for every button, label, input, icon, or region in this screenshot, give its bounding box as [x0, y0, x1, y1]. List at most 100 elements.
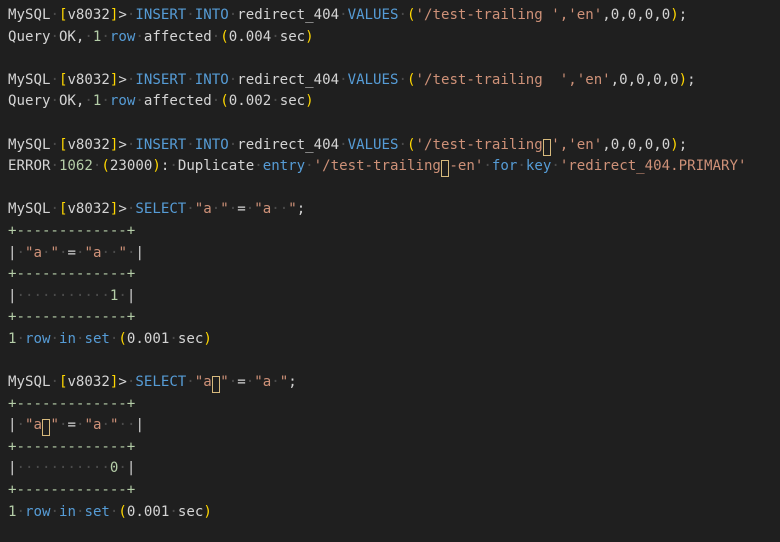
whitespace-dot: · — [271, 374, 280, 391]
token-number: 1 — [8, 330, 17, 347]
rowcount-line: 1·row·in·set·(0.001·sec) — [0, 502, 780, 524]
token-bracket: ( — [220, 93, 229, 110]
token-default: 0.002 — [228, 93, 272, 110]
token-string: ','en' — [551, 136, 603, 153]
token-default: , — [636, 7, 645, 23]
token-number: +-------------+ — [8, 395, 136, 412]
whitespace-dot: · — [186, 71, 195, 88]
token-string: "a — [194, 374, 212, 391]
table-header: |·"a·"·=·"a··"·| — [0, 243, 780, 265]
token-bracket: ) — [203, 503, 212, 520]
token-string: 'redirect_404.PRIMARY' — [559, 158, 747, 175]
table-border: +-------------+ — [0, 221, 780, 243]
insert-statement-3: MySQL·[v8032]>·INSERT·INTO·redirect_404·… — [0, 135, 780, 157]
whitespace-dot: · — [135, 28, 144, 45]
token-bracket: ( — [118, 330, 127, 347]
token-keyword: row — [109, 28, 136, 45]
whitespace-dot: ··········· — [16, 460, 110, 477]
token-string: '/test-trailing ','en' — [415, 7, 603, 23]
token-default: sec — [177, 330, 204, 347]
table-border: +-------------+ — [0, 264, 780, 286]
token-default: MySQL — [8, 201, 51, 218]
token-default: 0 — [627, 7, 637, 23]
whitespace-dot: · — [186, 136, 195, 153]
token-default: | — [126, 460, 136, 477]
token-default: OK, — [58, 28, 85, 45]
token-string: " — [288, 201, 297, 218]
whitespace-dot: · — [211, 201, 221, 218]
token-number: +-------------+ — [8, 438, 136, 455]
token-number: +-------------+ — [8, 222, 136, 239]
token-default: v8032 — [67, 374, 110, 391]
token-default: redirect_404 — [237, 7, 340, 23]
token-string: " — [50, 244, 59, 261]
whitespace-dot: · — [101, 244, 110, 261]
token-default: , — [610, 71, 620, 88]
token-number: 1062 — [58, 158, 93, 175]
token-string: " — [118, 244, 127, 261]
table-header: |·"a "·=·"a·"··| — [0, 415, 780, 437]
token-default: ; — [296, 201, 306, 218]
token-number: +-------------+ — [8, 482, 136, 499]
token-default: ; — [687, 71, 696, 88]
whitespace-dot: · — [398, 71, 408, 88]
token-string: "a — [254, 374, 272, 391]
token-default: , — [619, 7, 628, 23]
whitespace-dot: · — [169, 158, 178, 175]
token-default: redirect_404 — [237, 71, 340, 88]
whitespace-dot: · — [135, 93, 144, 110]
select-statement-1: MySQL·[v8032]>·SELECT·"a·"·=·"a··"; — [0, 199, 780, 221]
token-keyword: for — [491, 158, 518, 175]
invisible-char-highlight — [542, 138, 552, 156]
token-default: | — [135, 244, 144, 261]
token-default: , — [653, 136, 662, 153]
whitespace-dot: · — [245, 201, 255, 218]
token-bracket: ) — [152, 158, 161, 175]
whitespace-dot: · — [398, 7, 408, 23]
whitespace-dot: · — [84, 28, 93, 45]
invisible-char-highlight — [211, 376, 221, 394]
token-default: MySQL — [8, 7, 51, 23]
token-default: v8032 — [67, 7, 110, 23]
whitespace-dot: · — [16, 330, 26, 347]
token-default: affected — [143, 93, 212, 110]
token-string: " — [279, 374, 289, 391]
whitespace-dot: · — [228, 201, 238, 218]
whitespace-dot: · — [169, 503, 178, 520]
token-keyword: in — [58, 503, 76, 520]
terminal-output[interactable]: MySQL·[v8032]>·INSERT·INTO·redirect_404·… — [0, 0, 780, 542]
token-default: 0 — [644, 7, 654, 23]
token-default: > — [118, 201, 127, 218]
token-default: 0 — [644, 136, 654, 153]
token-keyword: set — [84, 330, 110, 347]
token-default: Duplicate — [177, 158, 255, 175]
whitespace-dot: · — [398, 136, 408, 153]
token-keyword: row — [109, 93, 136, 110]
whitespace-dot: · — [169, 330, 178, 347]
whitespace-dot: ··········· — [16, 287, 110, 304]
token-default: ; — [678, 136, 688, 153]
whitespace-dot: · — [517, 158, 526, 175]
token-default: , — [661, 71, 671, 88]
token-default: ; — [678, 7, 688, 23]
token-keyword: VALUES — [347, 71, 399, 88]
token-string: '/test-trailing — [415, 136, 543, 153]
whitespace-dot: · — [50, 136, 59, 153]
whitespace-dot: · — [339, 136, 348, 153]
whitespace-dot: · — [118, 287, 127, 304]
token-default: , — [602, 136, 611, 153]
whitespace-dot: · — [16, 503, 26, 520]
token-bracket: ) — [305, 93, 314, 110]
token-keyword: in — [58, 330, 76, 347]
token-default: MySQL — [8, 136, 51, 153]
token-string: "a — [84, 417, 102, 434]
token-default: sec — [279, 28, 306, 45]
token-bracket: ) — [203, 330, 212, 347]
whitespace-dot: · — [245, 374, 255, 391]
token-string: "a — [25, 417, 42, 434]
whitespace-dot: · — [50, 330, 59, 347]
whitespace-dot: · — [271, 201, 280, 218]
table-border: +-------------+ — [0, 437, 780, 459]
whitespace-dot: · — [101, 28, 110, 45]
whitespace-dot: · — [228, 136, 238, 153]
